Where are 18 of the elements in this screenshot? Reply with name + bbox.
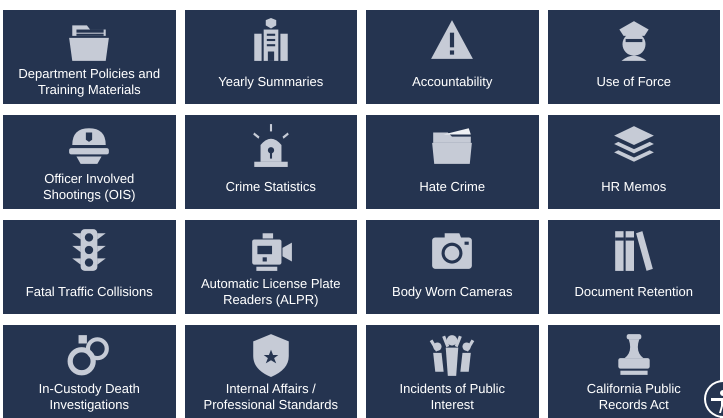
person-icon (711, 388, 723, 414)
category-tile[interactable]: Crime Statistics (184, 115, 357, 209)
category-tile[interactable]: Document Retention (548, 220, 720, 314)
category-tile[interactable]: Yearly Summaries (184, 10, 357, 104)
category-tile[interactable]: Internal Affairs / Professional Standards (184, 325, 357, 418)
category-tile[interactable]: California Public Records Act (548, 325, 720, 418)
category-tile[interactable]: Automatic License Plate Readers (ALPR) (184, 220, 357, 314)
category-tile[interactable]: Hate Crime (366, 115, 538, 209)
category-tile[interactable]: Fatal Traffic Collisions (3, 220, 176, 314)
category-tile[interactable]: Officer Involved Shootings (OIS) (3, 115, 176, 209)
people-icon (429, 332, 476, 378)
category-tile[interactable]: Incidents of Public Interest (366, 325, 538, 418)
category-tile[interactable]: Use of Force (548, 10, 720, 104)
category-tile[interactable]: Accountability (366, 10, 538, 104)
category-tile[interactable]: In-Custody Death Investigations (3, 325, 176, 418)
category-tile[interactable]: Department Policies and Training Materials (3, 10, 176, 104)
category-tile[interactable]: Body Worn Cameras (366, 220, 538, 314)
category-tile[interactable]: HR Memos (548, 115, 720, 209)
